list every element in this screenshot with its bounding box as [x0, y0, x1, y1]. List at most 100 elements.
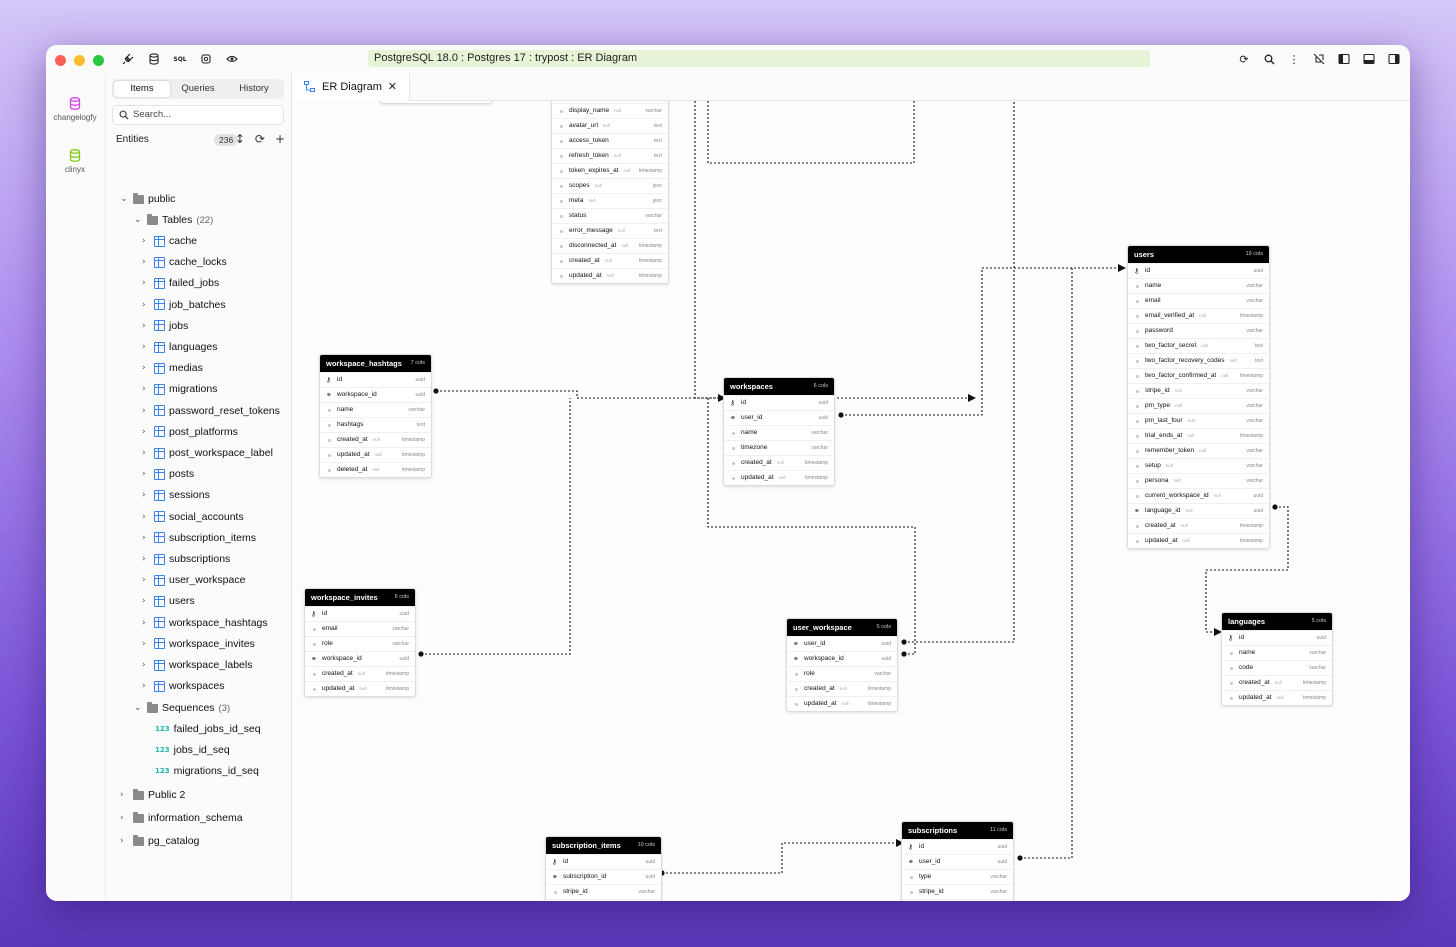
table-header[interactable]: users 19 cols: [1128, 246, 1269, 263]
table-header[interactable]: workspace_hashtags 7 cols: [320, 355, 431, 372]
table-item[interactable]: › workspace_invites: [142, 636, 255, 652]
table-item[interactable]: › post_platforms: [142, 424, 238, 440]
database-icon[interactable]: [146, 51, 162, 67]
er-table[interactable]: user_workspace 5 cols ⚭ user_id uuid ⚭ workspa…: [786, 618, 898, 712]
ai-off-icon[interactable]: [1311, 51, 1327, 67]
chevron-right-icon[interactable]: ›: [142, 554, 152, 564]
refresh-icon[interactable]: ⟳: [1236, 51, 1252, 67]
table-column[interactable]: pm_type null varchar: [1128, 398, 1269, 413]
table-item[interactable]: › user_workspace: [142, 572, 245, 588]
table-item[interactable]: › workspaces: [142, 678, 224, 694]
er-table[interactable]: workspaces 6 cols ⚷ id uuid ⚭ user_id uuid name v…: [723, 377, 835, 486]
table-item[interactable]: › cache: [142, 233, 197, 249]
chevron-right-icon[interactable]: ›: [142, 490, 152, 500]
table-column[interactable]: updated_at null timestamp: [1128, 533, 1269, 548]
table-column[interactable]: status varchar: [552, 208, 668, 223]
table-column[interactable]: updated_at null timestamp: [320, 447, 431, 462]
table-column[interactable]: ⚭ language_id null uuid: [1128, 503, 1269, 518]
table-column[interactable]: created_at null timestamp: [787, 681, 897, 696]
chevron-right-icon[interactable]: ›: [142, 236, 152, 246]
er-table[interactable]: languages 5 cols ⚷ id uuid name varchar code var…: [1221, 612, 1333, 706]
er-table-fragment[interactable]: updated_attimestamp: [380, 101, 492, 104]
er-canvas[interactable]: workspace_hashtags 7 cols ⚷ id uuid ⚭ workspac…: [292, 101, 1410, 901]
table-column[interactable]: password varchar: [1128, 323, 1269, 338]
table-column[interactable]: avatar_url null text: [552, 118, 668, 133]
chevron-right-icon[interactable]: ›: [142, 660, 152, 670]
er-table-fragment[interactable]: usernamevarchardisplay_namenullvarcharav…: [551, 101, 669, 284]
table-column[interactable]: ⚭ workspace_id uuid: [787, 651, 897, 666]
table-column[interactable]: updated_attimestamp: [381, 101, 491, 103]
table-item[interactable]: › password_reset_tokens: [142, 403, 280, 419]
more-icon[interactable]: ⋮: [1286, 51, 1302, 67]
er-table[interactable]: subscription_items 10 cols ⚷ id uuid ⚭ subscri…: [545, 836, 662, 901]
chevron-right-icon[interactable]: ›: [142, 681, 152, 691]
table-column[interactable]: stripe_statusvarchar: [902, 899, 1013, 901]
chevron-right-icon[interactable]: ›: [142, 321, 152, 331]
table-column[interactable]: ⚷ id uuid: [320, 372, 431, 387]
table-column[interactable]: updated_at null timestamp: [305, 681, 415, 696]
tables-group[interactable]: ⌄ Tables (22): [134, 212, 213, 228]
chevron-right-icon[interactable]: ›: [142, 278, 152, 288]
chevron-down-icon[interactable]: ⌄: [134, 703, 144, 713]
table-column[interactable]: display_name null varchar: [552, 103, 668, 118]
table-column[interactable]: created_at null timestamp: [1222, 675, 1332, 690]
table-column[interactable]: stripe_id varchar: [902, 884, 1013, 899]
table-column[interactable]: two_factor_recovery_codes null text: [1128, 353, 1269, 368]
table-column[interactable]: updated_at null timestamp: [552, 268, 668, 283]
chevron-right-icon[interactable]: ›: [120, 790, 130, 800]
chevron-right-icon[interactable]: ›: [142, 257, 152, 267]
chevron-right-icon[interactable]: ›: [142, 618, 152, 628]
sequence-item[interactable]: 123 jobs_id_seq: [152, 742, 230, 758]
chevron-right-icon[interactable]: ›: [142, 512, 152, 522]
table-column[interactable]: ⚭ user_id uuid: [787, 636, 897, 651]
zoom-window-button[interactable]: [93, 55, 104, 66]
chevron-down-icon[interactable]: ⌄: [134, 215, 144, 225]
chevron-right-icon[interactable]: ›: [142, 406, 152, 416]
tab-queries[interactable]: Queries: [170, 81, 226, 97]
schema-item[interactable]: › Public 2: [120, 787, 185, 803]
table-column[interactable]: ⚭ user_id uuid: [724, 410, 834, 425]
table-item[interactable]: › subscription_items: [142, 530, 256, 546]
tab-history[interactable]: History: [226, 81, 282, 97]
table-column[interactable]: created_at null timestamp: [320, 432, 431, 447]
right-panel-icon[interactable]: [1386, 51, 1402, 67]
table-column[interactable]: error_message null text: [552, 223, 668, 238]
plug-icon[interactable]: [120, 51, 136, 67]
table-column[interactable]: type varchar: [902, 869, 1013, 884]
table-column[interactable]: refresh_token null text: [552, 148, 668, 163]
table-column[interactable]: created_at null timestamp: [724, 455, 834, 470]
table-column[interactable]: updated_at null timestamp: [724, 470, 834, 485]
table-column[interactable]: created_at null timestamp: [305, 666, 415, 681]
table-item[interactable]: › job_batches: [142, 297, 226, 313]
er-table[interactable]: workspace_hashtags 7 cols ⚷ id uuid ⚭ workspac…: [319, 354, 432, 478]
table-column[interactable]: name varchar: [320, 402, 431, 417]
schema-public[interactable]: ⌄ public: [120, 191, 175, 207]
table-column[interactable]: ⚭ subscription_id uuid: [546, 869, 661, 884]
table-item[interactable]: › migrations: [142, 381, 217, 397]
table-column[interactable]: disconnected_at null timestamp: [552, 238, 668, 253]
table-column[interactable]: persona null varchar: [1128, 473, 1269, 488]
table-column[interactable]: name varchar: [1128, 278, 1269, 293]
chevron-right-icon[interactable]: ›: [142, 363, 152, 373]
chevron-right-icon[interactable]: ›: [142, 342, 152, 352]
chevron-right-icon[interactable]: ›: [120, 836, 130, 846]
search-icon[interactable]: [1261, 51, 1277, 67]
table-column[interactable]: trial_ends_at null timestamp: [1128, 428, 1269, 443]
table-column[interactable]: ⚭ user_id uuid: [902, 854, 1013, 869]
table-item[interactable]: › workspace_hashtags: [142, 615, 268, 631]
sort-icon[interactable]: ↕: [235, 132, 245, 146]
table-column[interactable]: ⚷ id uuid: [902, 839, 1013, 854]
close-tab-icon[interactable]: ✕: [388, 73, 397, 101]
chevron-down-icon[interactable]: ⌄: [120, 194, 130, 204]
table-column[interactable]: ⚭ workspace_id uuid: [320, 387, 431, 402]
table-column[interactable]: timezone varchar: [724, 440, 834, 455]
table-column[interactable]: deleted_at null timestamp: [320, 462, 431, 477]
eye-icon[interactable]: [224, 51, 240, 67]
table-column[interactable]: ⚷ id uuid: [546, 854, 661, 869]
sequence-item[interactable]: 123 migrations_id_seq: [152, 763, 259, 779]
tab-items[interactable]: Items: [114, 81, 170, 97]
table-item[interactable]: › languages: [142, 339, 217, 355]
table-column[interactable]: meter_idnullvarchar: [546, 899, 661, 901]
minimize-window-button[interactable]: [74, 55, 85, 66]
chevron-right-icon[interactable]: ›: [142, 448, 152, 458]
